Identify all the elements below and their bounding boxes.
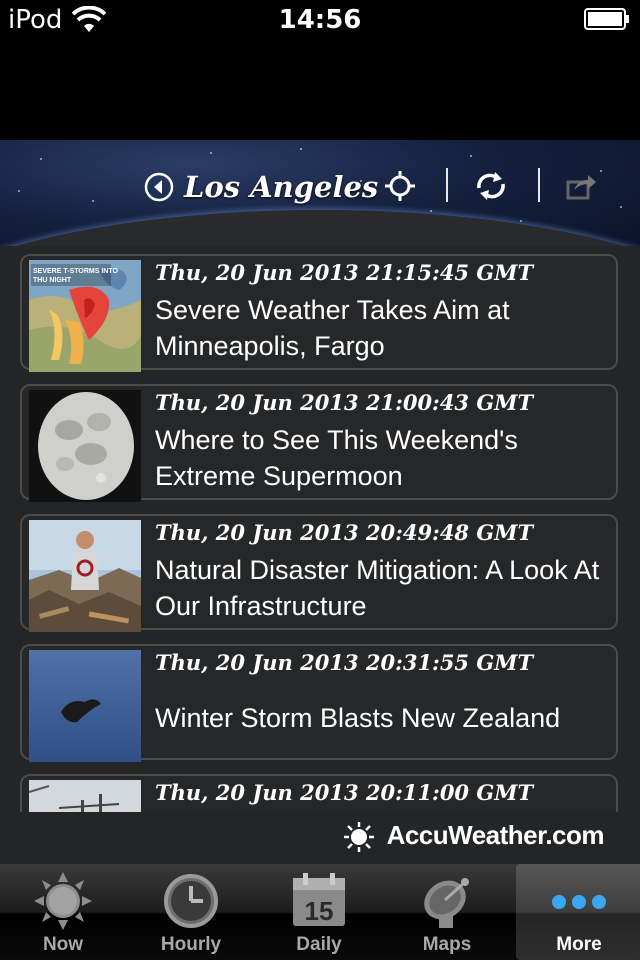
power-lines-thumbnail bbox=[29, 780, 141, 812]
news-item[interactable]: SEVERE T-STORMS INTO THU NIGHT Thu, 20 J… bbox=[20, 254, 618, 372]
tab-maps[interactable]: Maps bbox=[384, 864, 510, 960]
refresh-icon[interactable] bbox=[475, 170, 507, 202]
brand-logo-text: AccuWeather.com bbox=[386, 820, 605, 850]
clock-icon bbox=[164, 874, 218, 928]
disaster-debris-thumbnail bbox=[29, 520, 141, 632]
more-dots-icon bbox=[552, 895, 606, 909]
tab-label: More bbox=[556, 934, 602, 955]
locate-crosshair-icon[interactable] bbox=[384, 170, 416, 202]
news-date: Thu, 20 Jun 2013 20:11:00 GMT bbox=[155, 780, 534, 805]
location-header: Los Angeles bbox=[0, 140, 640, 260]
svg-text:THU NIGHT: THU NIGHT bbox=[33, 277, 72, 284]
back-arrow-icon[interactable] bbox=[144, 172, 174, 202]
location-selector[interactable]: Los Angeles bbox=[144, 167, 378, 207]
news-item[interactable]: Thu, 20 Jun 2013 21:00:43 GMT Where to S… bbox=[20, 384, 618, 502]
calendar-icon: 15 bbox=[293, 873, 345, 926]
tab-more[interactable]: More bbox=[516, 864, 640, 960]
status-bar: iPod 14:56 bbox=[0, 0, 640, 40]
accuweather-branding: AccuWeather.com bbox=[0, 812, 640, 864]
satellite-dish-icon bbox=[424, 878, 469, 928]
news-date: Thu, 20 Jun 2013 21:15:45 GMT bbox=[155, 260, 534, 285]
header-divider bbox=[446, 168, 448, 202]
news-item[interactable]: Thu, 20 Jun 2013 20:31:55 GMT Winter Sto… bbox=[20, 644, 618, 762]
tab-hourly[interactable]: Hourly bbox=[128, 864, 254, 960]
tab-label: Maps bbox=[422, 934, 472, 955]
tab-label: Daily bbox=[296, 934, 342, 955]
accuweather-sun-logo-icon bbox=[344, 822, 374, 852]
storm-map-thumbnail: SEVERE T-STORMS INTO THU NIGHT bbox=[29, 260, 141, 372]
tab-daily[interactable]: 15 Daily bbox=[256, 864, 382, 960]
tab-now[interactable]: Now bbox=[0, 864, 126, 960]
tab-label: Hourly bbox=[160, 934, 222, 955]
header-divider bbox=[538, 168, 540, 202]
battery-icon bbox=[584, 8, 629, 30]
news-date: Thu, 20 Jun 2013 21:00:43 GMT bbox=[155, 390, 534, 415]
news-title[interactable]: Natural Disaster Mitigation: A Look At O… bbox=[155, 552, 605, 624]
sun-icon bbox=[34, 872, 92, 930]
news-list[interactable]: SEVERE T-STORMS INTO THU NIGHT Thu, 20 J… bbox=[0, 246, 640, 812]
moon-thumbnail bbox=[29, 390, 141, 502]
news-date: Thu, 20 Jun 2013 20:49:48 GMT bbox=[155, 520, 534, 545]
share-icon[interactable] bbox=[566, 170, 598, 202]
news-title[interactable]: Where to See This Weekend's Extreme Supe… bbox=[155, 422, 605, 494]
news-title[interactable]: Severe Weather Takes Aim at Minneapolis,… bbox=[155, 292, 605, 364]
location-name[interactable]: Los Angeles bbox=[184, 170, 378, 204]
calendar-day: 15 bbox=[305, 896, 334, 926]
snow-storm-thumbnail bbox=[29, 650, 141, 762]
news-date: Thu, 20 Jun 2013 20:31:55 GMT bbox=[155, 650, 534, 675]
news-item[interactable]: Thu, 20 Jun 2013 20:11:00 GMT bbox=[20, 774, 618, 812]
tab-bar: Now Hourly 15 Daily Maps More bbox=[0, 864, 640, 960]
news-title[interactable]: Winter Storm Blasts New Zealand bbox=[155, 700, 605, 736]
news-item[interactable]: Thu, 20 Jun 2013 20:49:48 GMT Natural Di… bbox=[20, 514, 618, 632]
svg-text:SEVERE T-STORMS INTO: SEVERE T-STORMS INTO bbox=[33, 268, 118, 275]
clock-time: 14:56 bbox=[278, 5, 362, 35]
tab-label: Now bbox=[42, 934, 84, 955]
